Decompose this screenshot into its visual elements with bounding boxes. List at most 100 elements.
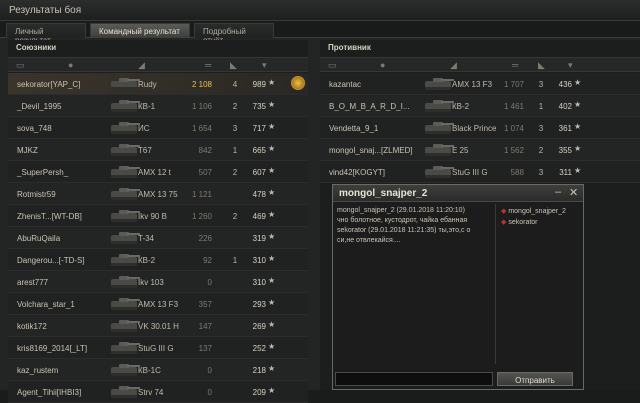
player-name[interactable]: mongol_snaj...[ZLMED]: [329, 146, 413, 155]
chat-user[interactable]: ◆ sekorator: [501, 218, 581, 226]
player-row[interactable]: kris8169_2014[_LT] StuG III G 137 252 ★: [8, 337, 308, 359]
damage-icon[interactable]: ═: [205, 60, 211, 70]
chat-message: си,не отвлекайся....: [337, 237, 401, 244]
squad-icon[interactable]: ▭: [328, 60, 337, 71]
player-icon[interactable]: ●: [380, 60, 385, 70]
player-name[interactable]: sova_748: [17, 124, 52, 133]
star-icon: ★: [268, 210, 276, 219]
kills-icon[interactable]: ◣: [538, 60, 545, 71]
xp-value: 218: [252, 366, 266, 375]
player-name[interactable]: kris8169_2014[_LT]: [17, 344, 87, 353]
damage-icon[interactable]: ═: [512, 60, 518, 70]
player-name[interactable]: _SuperPersh_: [17, 168, 68, 177]
player-row[interactable]: Vendetta_9_1 Black Prince 1 074 3 361 ★: [320, 117, 640, 139]
xp-sort-icon[interactable]: ▾: [568, 60, 573, 71]
player-name[interactable]: kaz_rustem: [17, 366, 58, 375]
tank-icon: [108, 339, 142, 355]
player-name[interactable]: Volchara_star_1: [17, 300, 75, 309]
star-icon: ★: [268, 298, 276, 307]
damage-value: 1 707: [503, 80, 524, 89]
damage-value: 0: [207, 278, 212, 287]
tank-name: Black Prince: [452, 124, 497, 133]
kills-value: 1: [232, 256, 238, 265]
player-name[interactable]: kazantac: [329, 80, 361, 89]
player-row[interactable]: sekorator[YAP_C] Rudy 2 108 4 989 ★: [8, 73, 308, 95]
player-row[interactable]: kotik172 VK 30.01 H 147 269 ★: [8, 315, 308, 337]
player-name[interactable]: Vendetta_9_1: [329, 124, 378, 133]
player-name[interactable]: _Devil_1995: [17, 102, 61, 111]
kills-value: 4: [232, 80, 238, 89]
player-name[interactable]: Rotmistr59: [17, 190, 56, 199]
tank-icon[interactable]: ◢: [138, 60, 145, 71]
tank-icon: [108, 361, 142, 377]
player-row[interactable]: Agent_Tihii[IHBI3] Strv 74 0 209 ★: [8, 381, 308, 403]
player-row[interactable]: sova_748 ИС 1 654 3 717 ★: [8, 117, 308, 139]
tank-icon[interactable]: ◢: [450, 60, 457, 71]
minimize-icon[interactable]: –: [555, 186, 561, 198]
medal-icon[interactable]: [291, 76, 305, 90]
xp-value: 252: [252, 344, 266, 353]
xp-value: 310: [252, 278, 266, 287]
player-name[interactable]: sekorator[YAP_C]: [17, 80, 80, 89]
xp-value: 717: [252, 124, 266, 133]
squad-icon[interactable]: ▭: [16, 60, 25, 71]
kills-value: 3: [538, 80, 544, 89]
player-row[interactable]: ZhenisT...[WT-DB] Ikv 90 B 1 260 2 469 ★: [8, 205, 308, 227]
player-name[interactable]: MJKZ: [17, 146, 38, 155]
kills-icon[interactable]: ◣: [230, 60, 237, 71]
player-name[interactable]: arest777: [17, 278, 48, 287]
damage-value: 0: [207, 388, 212, 397]
star-icon: ★: [574, 166, 582, 175]
player-row[interactable]: kaz_rustem КВ-1С 0 218 ★: [8, 359, 308, 381]
player-icon[interactable]: ●: [68, 60, 73, 70]
player-row[interactable]: arest777 Ikv 103 0 310 ★: [8, 271, 308, 293]
player-name[interactable]: vind42[KOGYT]: [329, 168, 385, 177]
close-icon[interactable]: ✕: [569, 186, 578, 199]
player-row[interactable]: Rotmistr59 AMX 13 75 1 121 478 ★: [8, 183, 308, 205]
player-row[interactable]: kazantac AMX 13 F3 1 707 3 436 ★: [320, 73, 640, 95]
tab-bar: Личный результат Командный результат Под…: [0, 21, 640, 45]
damage-value: 1 074: [503, 124, 524, 133]
player-row[interactable]: _Devil_1995 КВ-1 1 106 2 735 ★: [8, 95, 308, 117]
player-row[interactable]: vind42[KOGYT] StuG III G 588 3 311 ★: [320, 161, 640, 183]
star-icon: ★: [268, 78, 276, 87]
player-row[interactable]: MJKZ T67 842 1 665 ★: [8, 139, 308, 161]
title-bar: Результаты боя: [0, 0, 640, 21]
chat-title: mongol_snajper_2: [339, 188, 428, 199]
player-name[interactable]: ZhenisT...[WT-DB]: [17, 212, 82, 221]
xp-value: 665: [252, 146, 266, 155]
tab-detailed[interactable]: Подробный отчёт: [194, 23, 274, 45]
player-name[interactable]: AbuRuQaila: [17, 234, 60, 243]
star-icon: ★: [574, 100, 582, 109]
tank-icon: [108, 295, 142, 311]
star-icon: ★: [268, 342, 276, 351]
chat-user[interactable]: ◆ mongol_snajper_2: [501, 207, 581, 215]
player-row[interactable]: AbuRuQaila T-34 226 319 ★: [8, 227, 308, 249]
player-name[interactable]: Dangerou...[-TD-S]: [17, 256, 85, 265]
player-row[interactable]: Dangerou...[-TD-S] КВ-2 92 1 310 ★: [8, 249, 308, 271]
tank-name: StuG III G: [452, 168, 488, 177]
damage-value: 842: [198, 146, 212, 155]
xp-value: 469: [252, 212, 266, 221]
xp-sort-icon[interactable]: ▾: [262, 60, 267, 71]
tank-name: T-34: [138, 234, 155, 243]
player-name[interactable]: Agent_Tihii[IHBI3]: [17, 388, 81, 397]
damage-value: 0: [207, 366, 212, 375]
player-name[interactable]: B_O_M_B_A_R_D_I...: [329, 102, 409, 111]
xp-value: 735: [252, 102, 266, 111]
send-button[interactable]: Отправить: [497, 372, 573, 386]
player-name[interactable]: kotik172: [17, 322, 47, 331]
player-row[interactable]: B_O_M_B_A_R_D_I... КВ-2 1 461 1 402 ★: [320, 95, 640, 117]
player-row[interactable]: _SuperPersh_ AMX 12 t 507 2 607 ★: [8, 161, 308, 183]
enemies-header: ▭ ● ◢ ═ ◣ ▾: [320, 57, 640, 72]
tab-team[interactable]: Командный результат: [90, 23, 190, 38]
xp-value: 607: [252, 168, 266, 177]
chat-input[interactable]: [335, 372, 493, 386]
star-icon: ★: [268, 320, 276, 329]
damage-value: 357: [198, 300, 212, 309]
player-row[interactable]: mongol_snaj...[ZLMED] E 25 1 562 2 355 ★: [320, 139, 640, 161]
player-row[interactable]: Volchara_star_1 AMX 13 F3 357 293 ★: [8, 293, 308, 315]
tab-personal[interactable]: Личный результат: [6, 23, 86, 45]
xp-value: 209: [252, 388, 266, 397]
tank-icon: [108, 317, 142, 333]
